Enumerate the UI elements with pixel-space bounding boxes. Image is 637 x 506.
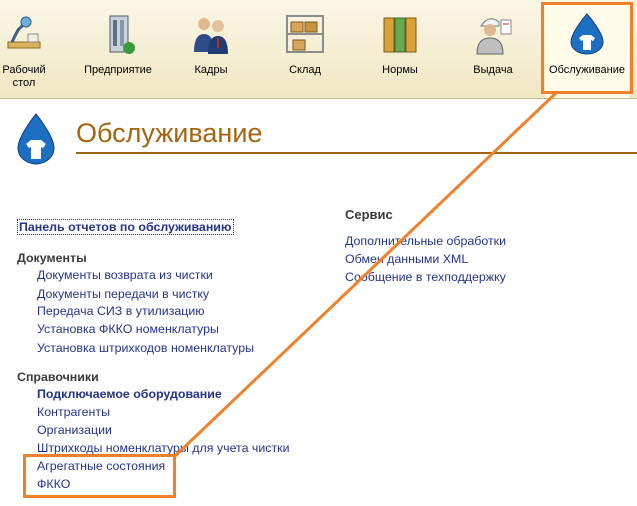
doc-link-barcode-setup[interactable]: Установка штрихкодов номенклатуры — [37, 341, 254, 355]
toolbar-item-desktop[interactable]: Рабочий стол — [0, 0, 48, 98]
catalog-link-counterparties[interactable]: Контрагенты — [37, 405, 110, 419]
toolbar-label: Нормы — [382, 64, 418, 76]
toolbar-label: Выдача — [473, 64, 513, 76]
catalogs-heading: Справочники — [17, 370, 99, 384]
toolbar-label: Предприятие — [84, 64, 152, 76]
documents-heading: Документы — [17, 251, 87, 265]
catalog-link-organizations[interactable]: Организации — [37, 423, 112, 437]
section-toolbar: Рабочий стол Предприятие Кадры Склад Нор… — [0, 0, 637, 99]
page-title-icon — [17, 113, 55, 165]
warehouse-boxes-icon — [286, 15, 324, 53]
reports-panel-link[interactable]: Панель отчетов по обслуживанию — [17, 219, 234, 235]
toolbar-label: Склад — [289, 64, 321, 76]
worker-icon — [476, 18, 512, 55]
doc-link-return-from-cleaning[interactable]: Документы возврата из чистки — [37, 268, 213, 282]
doc-link-fkko-setup[interactable]: Установка ФККО номенклатуры — [37, 322, 219, 336]
water-drop-shirt-icon — [570, 13, 604, 55]
catalog-link-barcodes[interactable]: Штрихкоды номенклатуры для учета чистки — [37, 441, 290, 455]
building-icon — [109, 15, 135, 54]
toolbar-label: Обслуживание — [549, 64, 625, 76]
service-heading: Сервис — [345, 207, 393, 222]
page-title: Обслуживание — [76, 118, 263, 148]
toolbar-item-warehouse[interactable]: Склад — [272, 0, 338, 98]
service-link-support-message[interactable]: Сообщение в техподдержку — [345, 270, 506, 284]
doc-link-disposal[interactable]: Передача СИЗ в утилизацию — [37, 304, 205, 318]
service-link-extra-processing[interactable]: Дополнительные обработки — [345, 234, 506, 248]
toolbar-item-issue[interactable]: Выдача — [462, 0, 524, 98]
toolbar-label: Рабочий стол — [2, 64, 46, 89]
people-icon — [194, 18, 228, 54]
toolbar-item-staff[interactable]: Кадры — [180, 0, 242, 98]
catalog-link-aggregate-states[interactable]: Агрегатные состояния — [37, 459, 165, 473]
toolbar-item-enterprise[interactable]: Предприятие — [76, 0, 160, 98]
binders-icon — [383, 17, 417, 53]
desk-lamp-icon — [7, 16, 41, 49]
service-link-xml-exchange[interactable]: Обмен данными XML — [345, 252, 468, 266]
catalog-link-fkko[interactable]: ФККО — [37, 477, 70, 491]
toolbar-item-norms[interactable]: Нормы — [370, 0, 430, 98]
toolbar-label: Кадры — [194, 64, 228, 76]
toolbar-item-service[interactable]: Обслуживание — [545, 0, 629, 98]
doc-link-transfer-to-cleaning[interactable]: Документы передачи в чистку — [37, 287, 209, 301]
title-underline — [76, 152, 637, 154]
catalog-link-equipment[interactable]: Подключаемое оборудование — [37, 387, 222, 401]
